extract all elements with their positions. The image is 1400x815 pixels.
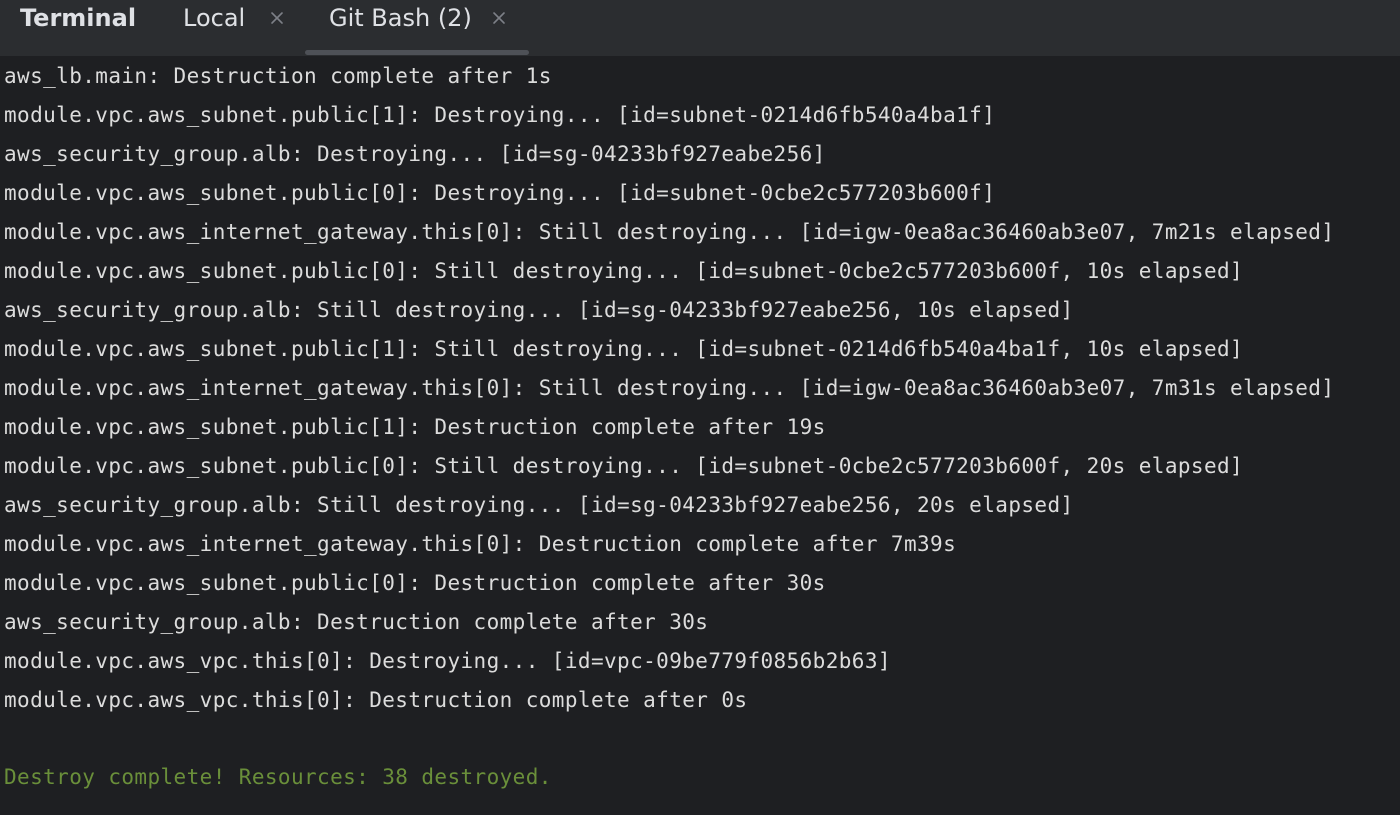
terminal-line: module.vpc.aws_internet_gateway.this[0]:…	[4, 220, 1335, 244]
tool-window-title: Terminal	[20, 4, 137, 32]
terminal-line: module.vpc.aws_vpc.this[0]: Destroying..…	[4, 649, 891, 673]
terminal-line: module.vpc.aws_subnet.public[1]: Destruc…	[4, 415, 826, 439]
terminal-line: module.vpc.aws_internet_gateway.this[0]:…	[4, 376, 1335, 400]
terminal-line: aws_security_group.alb: Still destroying…	[4, 493, 1074, 517]
terminal-line: aws_security_group.alb: Still destroying…	[4, 298, 1074, 322]
tab-label: Git Bash (2)	[329, 4, 472, 32]
close-icon[interactable]	[269, 10, 285, 26]
terminal-tool-window: Terminal Local Git Bash (2) aws_lb.main:…	[0, 0, 1400, 815]
terminal-line: module.vpc.aws_subnet.public[0]: Destruc…	[4, 571, 826, 595]
destroy-complete-message: Destroy complete! Resources: 38 destroye…	[4, 765, 552, 789]
terminal-line: module.vpc.aws_subnet.public[0]: Still d…	[4, 259, 1244, 283]
terminal-line: aws_lb.main: Destruction complete after …	[4, 64, 552, 88]
close-icon[interactable]	[491, 10, 507, 26]
terminal-line: module.vpc.aws_vpc.this[0]: Destruction …	[4, 688, 748, 712]
terminal-tab-bar: Terminal Local Git Bash (2)	[0, 0, 1400, 56]
terminal-line: aws_security_group.alb: Destroying... [i…	[4, 142, 826, 166]
terminal-line: aws_security_group.alb: Destruction comp…	[4, 610, 709, 634]
tab-label: Local	[183, 4, 246, 32]
terminal-line: module.vpc.aws_internet_gateway.this[0]:…	[4, 532, 957, 556]
terminal-output[interactable]: aws_lb.main: Destruction complete after …	[0, 56, 1400, 815]
active-tab-indicator	[305, 50, 529, 55]
terminal-line: module.vpc.aws_subnet.public[0]: Still d…	[4, 454, 1244, 478]
terminal-line: module.vpc.aws_subnet.public[1]: Destroy…	[4, 103, 996, 127]
tab-local[interactable]: Local	[183, 0, 303, 56]
tab-git-bash[interactable]: Git Bash (2)	[305, 0, 529, 56]
terminal-line: module.vpc.aws_subnet.public[0]: Destroy…	[4, 181, 996, 205]
terminal-line: module.vpc.aws_subnet.public[1]: Still d…	[4, 337, 1244, 361]
